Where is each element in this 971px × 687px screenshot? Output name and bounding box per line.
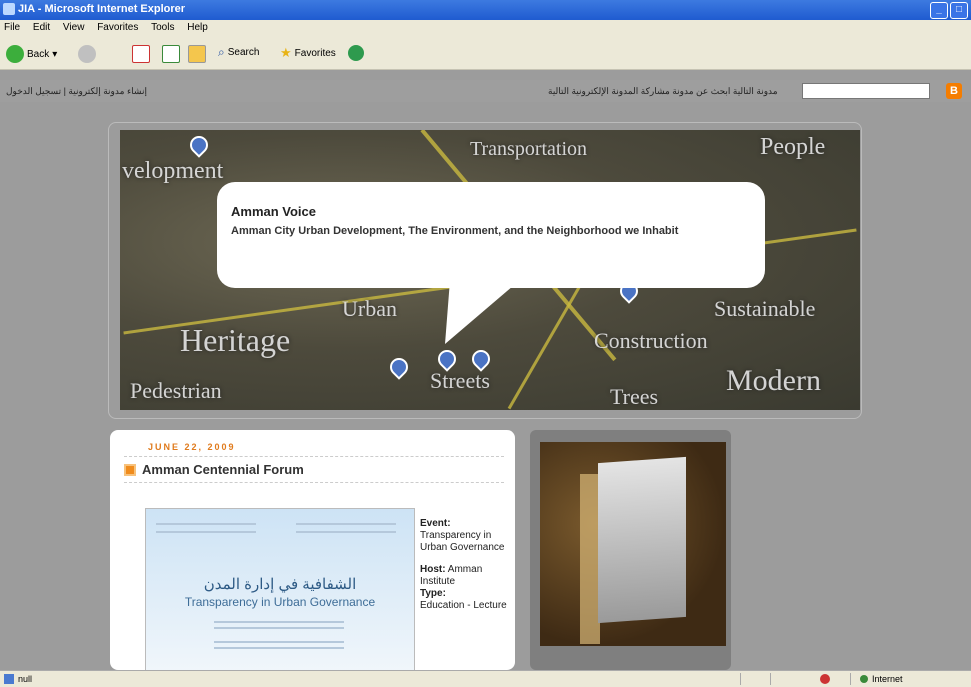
flyer-english-title: Transparency in Urban Governance (184, 595, 376, 609)
blogger-navbar: إنشاء مدونة إلكترونية | تسجيل الدخول مدو… (0, 80, 971, 102)
sidebar-photo[interactable] (540, 442, 726, 646)
flyer-text-line (156, 531, 256, 533)
event-details: Event: Transparency in Urban Governance … (420, 518, 510, 612)
stop-icon (132, 45, 150, 63)
zone-label: Internet (872, 674, 903, 684)
divider (124, 482, 504, 483)
navbar-links[interactable]: مدونة التالية ابحث عن مدونة مشاركة المدو… (548, 86, 778, 97)
post-title-icon (124, 464, 136, 476)
event-flyer-image[interactable]: الشفافية في إدارة المدن Transparency in … (145, 508, 415, 680)
blog-title[interactable]: Amman Voice (231, 204, 316, 219)
sidebar (530, 430, 731, 670)
menu-edit[interactable]: Edit (33, 22, 50, 33)
flyer-text-line (214, 647, 344, 649)
overlay-word: Transportation (470, 138, 588, 160)
header-speech-bubble: Amman Voice Amman City Urban Development… (217, 182, 765, 288)
type-label: Type: (420, 588, 446, 599)
event-value: Transparency in Urban Governance (420, 530, 505, 553)
minimize-button[interactable]: _ (930, 2, 948, 19)
photo-wall (580, 474, 600, 644)
overlay-word: Urban (342, 296, 397, 321)
favorites-label: Favorites (294, 47, 336, 59)
menu-tools[interactable]: Tools (151, 22, 174, 33)
menu-bar: File Edit View Favorites Tools Help (0, 20, 971, 37)
flyer-text-line (156, 523, 256, 525)
blog-description: Amman City Urban Development, The Enviro… (231, 225, 679, 237)
overlay-word: Trees (610, 384, 659, 409)
back-button[interactable]: Back ▾ (6, 45, 57, 63)
login-links[interactable]: إنشاء مدونة إلكترونية | تسجيل الدخول (6, 86, 147, 97)
search-icon: ⌕ (218, 45, 225, 59)
window-titlebar: JIA - Microsoft Internet Explorer _ □ (0, 0, 971, 20)
media-icon (348, 45, 364, 61)
security-icon (820, 674, 830, 684)
map-pin-icon (186, 132, 212, 158)
photo-window-view (598, 456, 686, 624)
overlay-word: Streets (430, 368, 490, 393)
ie-icon (3, 3, 15, 15)
overlay-word: Sustainable (714, 296, 816, 321)
blog-search-input[interactable] (802, 83, 930, 99)
host-label: Host: (420, 564, 446, 575)
overlay-word: Pedestrian (130, 378, 222, 403)
map-pin-icon (386, 354, 412, 380)
internet-zone-icon (860, 675, 868, 683)
status-text: null (18, 674, 33, 684)
flyer-text-line (214, 641, 344, 643)
overlay-word: Heritage (180, 322, 291, 358)
overlay-word: Construction (594, 328, 708, 353)
divider (124, 456, 504, 457)
divider (770, 673, 771, 685)
home-button[interactable] (188, 45, 206, 63)
status-bar: null Internet (0, 670, 971, 687)
window-title: JIA - Microsoft Internet Explorer (18, 3, 186, 15)
divider (850, 673, 851, 685)
forward-button[interactable] (78, 45, 96, 63)
event-label: Event: (420, 518, 451, 529)
search-button[interactable]: ⌕ Search (218, 45, 259, 60)
divider (740, 673, 741, 685)
overlay-word: velopment (122, 158, 224, 184)
favorites-button[interactable]: ★ Favorites (280, 45, 336, 61)
type-value: Education - Lecture (420, 600, 507, 611)
menu-favorites[interactable]: Favorites (97, 22, 138, 33)
menu-help[interactable]: Help (187, 22, 208, 33)
menu-file[interactable]: File (4, 22, 20, 33)
overlay-word: People (760, 134, 826, 160)
flyer-text-line (296, 523, 396, 525)
browser-toolbar: Back ▾ ⌕ Search ★ Favorites (0, 37, 971, 70)
post-title[interactable]: Amman Centennial Forum (142, 462, 304, 477)
flyer-arabic-title: الشفافية في إدارة المدن (203, 576, 357, 593)
back-arrow-icon (6, 45, 24, 63)
refresh-icon (162, 45, 180, 63)
media-button[interactable] (348, 45, 364, 61)
overlay-word: Modern (726, 364, 821, 397)
home-icon (188, 45, 206, 63)
flyer-text-line (214, 621, 344, 623)
flyer-text-line (214, 627, 344, 629)
menu-view[interactable]: View (63, 22, 85, 33)
page-icon (4, 674, 14, 684)
chevron-down-icon: ▾ (52, 48, 58, 60)
blog-post: JUNE 22, 2009 Amman Centennial Forum الش… (110, 430, 515, 680)
blogger-logo-icon[interactable]: B (946, 83, 962, 99)
search-label: Search (227, 47, 260, 58)
post-date: JUNE 22, 2009 (148, 442, 236, 452)
bubble-tail (445, 280, 520, 344)
refresh-button[interactable] (162, 45, 180, 63)
flyer-text-line (296, 531, 396, 533)
stop-button[interactable] (132, 45, 150, 63)
back-label: Back (27, 48, 50, 60)
star-icon: ★ (280, 45, 292, 60)
forward-arrow-icon (78, 45, 96, 63)
maximize-button[interactable]: □ (950, 2, 968, 19)
